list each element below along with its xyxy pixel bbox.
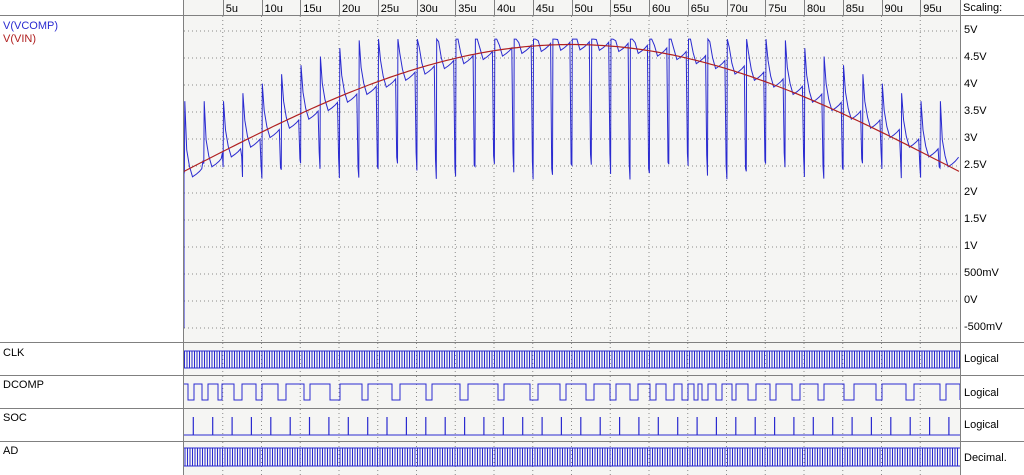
time-tick-mark [881,0,883,15]
signal-label-soc[interactable]: SOC [0,409,184,441]
time-tick-mark [261,0,263,15]
signal-plot-ad[interactable] [184,442,960,475]
soc-waveform [184,409,960,441]
clk-waveform [184,343,960,375]
y-axis-label: -500mV [964,321,1003,333]
time-tick-mark [377,0,379,15]
scaling-soc: Logical [964,419,999,431]
time-tick-mark [842,0,844,15]
time-tick-label: 35u [458,3,477,15]
signal-plot-clk[interactable] [184,343,960,375]
y-axis-label: 4V [964,78,978,90]
signal-name-ad: AD [3,445,19,457]
time-tick-mark [765,0,767,15]
y-axis-label: 4.5V [964,51,987,63]
time-tick-label: 80u [807,3,826,15]
analog-plot[interactable] [184,16,960,342]
time-tick-mark [222,0,224,15]
time-tick-mark [532,0,534,15]
time-tick-mark [920,0,922,15]
time-tick-label: 30u [419,3,438,15]
y-axis-label: 3V [964,132,978,144]
analog-y-axis: 5V 4.5V 4V 3.5V 3V 2.5V 2V 1.5V 1V 500mV 0V -500mV [960,16,1024,342]
time-tick-mark [804,0,805,15]
scaling-label: Scaling: [963,2,1003,14]
time-tick-mark [339,0,340,15]
time-tick-label: 85u [845,3,865,15]
signal-name-clk: CLK [3,347,25,359]
y-axis-label: 1V [964,240,978,252]
trace-name-vin[interactable]: V(VIN) [3,33,36,45]
time-tick-label: 50u [574,3,593,15]
time-tick-mark [416,0,418,15]
trace-name-vcomp[interactable]: V(VCOMP) [3,20,58,32]
time-tick-label: 55u [613,3,632,15]
time-tick-label: 75u [768,3,787,15]
ad-waveform [184,442,960,475]
time-tick-label: 70u [729,3,748,15]
time-tick-mark [300,0,302,15]
scaling-clk: Logical [964,353,999,365]
scaling-ad: Decimal. [964,452,1007,464]
signal-name-dcomp: DCOMP [3,379,44,391]
signal-scaling-soc: Logical [960,409,1024,441]
time-tick-label: 95u [923,3,942,15]
signal-scaling-ad: Decimal. [960,442,1024,475]
time-tick-mark [494,0,495,15]
signal-label-clk[interactable]: CLK [0,343,184,375]
dcomp-waveform [184,376,960,408]
time-axis-header: 5u 10u 15u 20u 25u 30u 35u 40u 45u 50u 55u 60u 65u 70… [184,0,960,15]
scaling-dcomp: Logical [964,387,999,399]
time-tick-mark [571,0,573,15]
time-tick-label: 20u [342,3,361,15]
header-left-cell [0,0,184,15]
signal-name-soc: SOC [3,412,27,424]
time-tick-label: 45u [535,3,555,15]
time-tick-mark [726,0,728,15]
signal-plot-dcomp[interactable] [184,376,960,408]
analog-plot-svg [184,16,960,342]
y-axis-label: 2V [964,186,978,198]
time-tick-label: 65u [690,3,710,15]
y-axis-label: 3.5V [964,105,987,117]
signal-label-dcomp[interactable]: DCOMP [0,376,184,408]
y-axis-label: 0V [964,294,978,306]
time-tick-label: 90u [884,3,903,15]
y-axis-label: 5V [964,24,978,36]
time-tick-mark [687,0,689,15]
signal-scaling-clk: Logical [960,343,1024,375]
signal-label-ad[interactable]: AD [0,442,184,475]
time-tick-label: 5u [225,3,238,15]
y-axis-label: 500mV [964,267,999,279]
y-axis-label: 2.5V [964,159,987,171]
time-tick-mark [649,0,650,15]
y-axis-label: 1.5V [964,213,987,225]
time-tick-mark [610,0,612,15]
time-tick-mark [455,0,457,15]
time-tick-label: 25u [380,3,400,15]
time-tick-label: 40u [497,3,516,15]
time-tick-label: 10u [264,3,283,15]
time-tick-label: 15u [303,3,322,15]
scaling-header: Scaling: [960,0,1024,15]
signal-plot-soc[interactable] [184,409,960,441]
signal-scaling-dcomp: Logical [960,376,1024,408]
analog-trace-names: V(VCOMP) V(VIN) [0,16,184,342]
time-tick-label: 60u [652,3,671,15]
